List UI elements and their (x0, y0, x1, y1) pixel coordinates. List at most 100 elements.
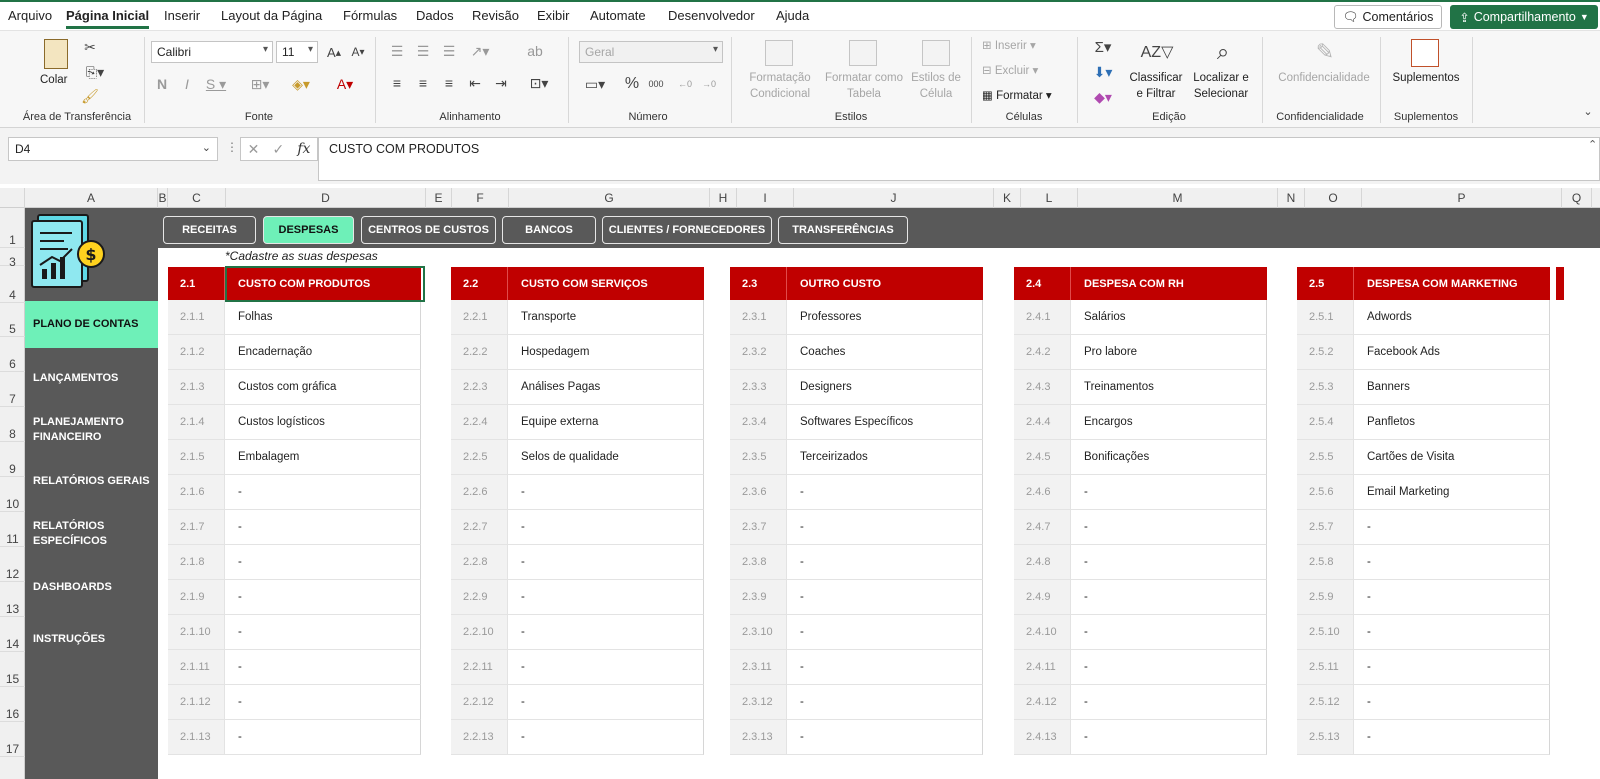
category-name[interactable]: CUSTO COM PRODUTOS (225, 267, 421, 300)
account-name-cell[interactable]: Encargos (1071, 405, 1267, 440)
row-header-7[interactable]: 7 (0, 370, 25, 407)
account-name-cell[interactable]: Professores (787, 300, 983, 335)
number-format-select[interactable]: Geral ▾ (579, 41, 723, 63)
account-name-cell[interactable]: Folhas (225, 300, 421, 335)
account-code-cell[interactable]: 2.2.3 (451, 370, 508, 405)
column-header-g[interactable]: G (509, 188, 710, 208)
account-code-cell[interactable]: 2.3.6 (730, 475, 787, 510)
account-code-cell[interactable]: 2.1.9 (168, 580, 225, 615)
column-header-b[interactable]: B (158, 188, 168, 208)
account-name-cell[interactable]: Hospedagem (508, 335, 704, 370)
category-code[interactable]: 2.4 (1014, 267, 1071, 300)
format-painter-icon[interactable]: 🖌 (80, 86, 100, 106)
account-name-cell[interactable]: Cartões de Visita (1354, 440, 1550, 475)
account-code-cell[interactable]: 2.3.12 (730, 685, 787, 720)
copy-icon[interactable]: ⎘▾ (80, 62, 110, 82)
account-name-cell[interactable]: - (1354, 615, 1550, 650)
italic-icon[interactable]: I (178, 73, 196, 95)
clear-icon[interactable]: ◆▾ (1088, 87, 1118, 107)
sidebar-item-lancamentos[interactable]: LANÇAMENTOS (25, 360, 158, 396)
row-header-3[interactable]: 3 (0, 248, 25, 269)
account-code-cell[interactable]: 2.5.12 (1297, 685, 1354, 720)
accounting-format-icon[interactable]: ▭▾ (580, 73, 610, 95)
sidebar-item-instrucoes[interactable]: INSTRUÇÕES (25, 622, 158, 656)
cut-icon[interactable]: ✂ (80, 37, 100, 57)
account-name-cell[interactable]: - (1071, 720, 1267, 755)
comments-button[interactable]: 🗨 Comentários (1334, 5, 1442, 29)
account-code-cell[interactable]: 2.4.5 (1014, 440, 1071, 475)
account-code-cell[interactable]: 2.1.1 (168, 300, 225, 335)
select-all-corner[interactable] (0, 188, 25, 208)
account-name-cell[interactable]: - (1354, 545, 1550, 580)
tab-revisao[interactable]: Revisão (472, 8, 519, 23)
account-code-cell[interactable]: 2.5.3 (1297, 370, 1354, 405)
row-header-10[interactable]: 10 (0, 475, 25, 512)
account-code-cell[interactable]: 2.4.8 (1014, 545, 1071, 580)
account-name-cell[interactable]: - (787, 650, 983, 685)
fill-icon[interactable]: ⬇▾ (1088, 62, 1118, 82)
align-left-icon[interactable]: ≡ (387, 73, 407, 93)
account-code-cell[interactable]: 2.4.6 (1014, 475, 1071, 510)
account-code-cell[interactable]: 2.2.9 (451, 580, 508, 615)
column-header-f[interactable]: F (452, 188, 509, 208)
column-header-j[interactable]: J (794, 188, 994, 208)
row-header-13[interactable]: 13 (0, 580, 25, 617)
account-code-cell[interactable]: 2.4.11 (1014, 650, 1071, 685)
tab-inserir[interactable]: Inserir (164, 8, 200, 23)
column-header-i[interactable]: I (737, 188, 794, 208)
formula-input[interactable]: CUSTO COM PRODUTOS (318, 137, 1600, 181)
account-code-cell[interactable]: 2.3.11 (730, 650, 787, 685)
category-code[interactable]: 2.1 (168, 267, 225, 300)
column-header-d[interactable]: D (226, 188, 426, 208)
account-name-cell[interactable]: - (508, 510, 704, 545)
tab-automate[interactable]: Automate (590, 8, 646, 23)
account-name-cell[interactable]: - (1354, 685, 1550, 720)
sort-filter-icon[interactable]: AZ▽ (1140, 37, 1174, 67)
row-header-11[interactable]: 11 (0, 510, 25, 547)
row-header-1[interactable]: 1 (0, 208, 25, 248)
account-name-cell[interactable]: Custos logísticos (225, 405, 421, 440)
row-header-6[interactable]: 6 (0, 335, 25, 372)
tab-transferencias[interactable]: TRANSFERÊNCIAS (778, 216, 908, 244)
account-code-cell[interactable]: 2.3.10 (730, 615, 787, 650)
account-code-cell[interactable]: 2.2.2 (451, 335, 508, 370)
account-name-cell[interactable]: - (1354, 720, 1550, 755)
tab-dados[interactable]: Dados (416, 8, 454, 23)
account-code-cell[interactable]: 2.1.4 (168, 405, 225, 440)
account-code-cell[interactable]: 2.3.4 (730, 405, 787, 440)
account-code-cell[interactable]: 2.4.3 (1014, 370, 1071, 405)
account-code-cell[interactable]: 2.4.1 (1014, 300, 1071, 335)
account-name-cell[interactable]: Adwords (1354, 300, 1550, 335)
account-name-cell[interactable]: - (225, 475, 421, 510)
align-right-icon[interactable]: ≡ (439, 73, 459, 93)
cell-styles-icon[interactable] (922, 40, 950, 66)
row-header-9[interactable]: 9 (0, 440, 25, 477)
account-code-cell[interactable]: 2.4.2 (1014, 335, 1071, 370)
percent-icon[interactable]: % (622, 73, 642, 95)
share-button[interactable]: ⇪ Compartilhamento ▼ (1450, 5, 1598, 29)
column-header-e[interactable]: E (426, 188, 452, 208)
account-name-cell[interactable]: - (1354, 580, 1550, 615)
collapse-ribbon-icon[interactable]: ⌄ (1580, 103, 1596, 119)
account-code-cell[interactable]: 2.1.8 (168, 545, 225, 580)
account-code-cell[interactable]: 2.2.11 (451, 650, 508, 685)
merge-center-icon[interactable]: ⊡▾ (525, 73, 553, 93)
category-name[interactable]: CUSTO COM SERVIÇOS (508, 267, 704, 300)
account-code-cell[interactable]: 2.4.13 (1014, 720, 1071, 755)
account-name-cell[interactable]: Bonificações (1071, 440, 1267, 475)
account-code-cell[interactable]: 2.3.2 (730, 335, 787, 370)
tab-pagina-inicial[interactable]: Página Inicial (66, 8, 150, 29)
account-code-cell[interactable]: 2.1.11 (168, 650, 225, 685)
column-header-k[interactable]: K (994, 188, 1021, 208)
account-code-cell[interactable]: 2.5.1 (1297, 300, 1354, 335)
tab-despesas[interactable]: DESPESAS (263, 216, 354, 244)
tab-exibir[interactable]: Exibir (537, 8, 570, 23)
account-name-cell[interactable]: - (787, 545, 983, 580)
row-header-5[interactable]: 5 (0, 300, 25, 337)
increase-font-icon[interactable]: A ▴ (324, 41, 344, 63)
collapse-formula-bar-icon[interactable]: ⌃ (1588, 138, 1597, 151)
account-name-cell[interactable]: Banners (1354, 370, 1550, 405)
conditional-formatting-button[interactable]: Formatação Condicional (740, 71, 820, 102)
account-name-cell[interactable]: Encadernação (225, 335, 421, 370)
account-code-cell[interactable]: 2.2.13 (451, 720, 508, 755)
